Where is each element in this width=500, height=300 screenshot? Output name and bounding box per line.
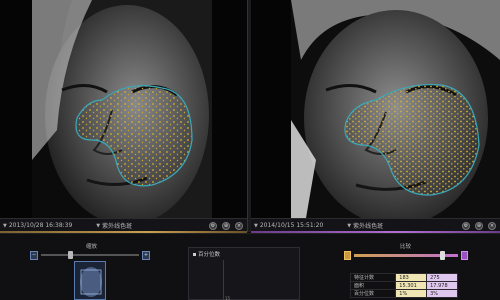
zoom-icon[interactable]: ⊕ <box>222 221 230 230</box>
zoom-icon[interactable]: ⊕ <box>475 221 483 230</box>
stats-value-left: 15.301 <box>395 281 428 290</box>
right-toolbar: ▼ 2014/10/15 15:51:20 ▼ 紫外线色斑 ⚙ ⊕ × <box>251 218 500 232</box>
dropdown-arrow-icon: ▼ <box>254 222 258 229</box>
thumbnail-face-icon <box>80 267 102 297</box>
compare-slider-row <box>344 250 468 260</box>
chart-axis <box>223 260 224 300</box>
zoom-slider-track[interactable] <box>41 251 139 259</box>
zoom-section-title: 缩放 <box>86 244 98 250</box>
settings-icon[interactable]: ⚙ <box>209 221 217 230</box>
stats-value-right: 3% <box>426 289 458 298</box>
compare-right-button[interactable] <box>461 250 468 260</box>
zoom-out-button[interactable]: − <box>30 250 38 260</box>
dropdown-arrow-icon: ▼ <box>3 222 7 229</box>
stats-value-left: 1% <box>395 289 428 298</box>
zoom-slider-handle[interactable] <box>68 251 74 259</box>
close-icon[interactable]: × <box>488 221 496 230</box>
left-mode-label: 紫外线色斑 <box>102 223 133 230</box>
stats-row: 面积 15.301 17.978 <box>349 281 458 290</box>
right-image-pane[interactable] <box>251 0 500 218</box>
zoom-slider-row: − + <box>30 250 150 260</box>
stats-label: 百分位数 <box>349 289 397 298</box>
dropdown-arrow-icon: ▼ <box>96 222 101 229</box>
settings-icon[interactable]: ⚙ <box>462 221 470 230</box>
compare-slider-handle[interactable] <box>440 250 446 260</box>
percentile-chart-title: 百分位数 <box>198 252 221 258</box>
stats-value-left: 183 <box>395 273 428 282</box>
stats-value-right: 17.978 <box>426 281 458 290</box>
compare-left-button[interactable] <box>344 250 351 260</box>
compare-slider-track[interactable] <box>354 250 458 260</box>
app-window: ▼ 2013/10/28 16:38:39 ▼ 紫外线色斑 ⚙ ⊕ × ▼ 20… <box>0 0 500 300</box>
stats-label: 特征计数 <box>349 273 397 282</box>
left-toolbar: ▼ 2013/10/28 16:38:39 ▼ 紫外线色斑 ⚙ ⊕ × <box>0 218 247 232</box>
left-image-pane[interactable] <box>0 0 247 218</box>
right-datetime-label: 2014/10/15 15:51:20 <box>259 222 324 229</box>
left-face-photo <box>32 0 212 218</box>
left-datetime-label: 2013/10/28 16:38:39 <box>8 222 73 229</box>
stats-value-right: 275 <box>426 273 458 282</box>
face-thumbnail[interactable] <box>74 261 106 300</box>
close-icon[interactable]: × <box>235 221 243 230</box>
bullet-icon <box>193 252 196 256</box>
right-mode-selector[interactable]: ▼ 紫外线色斑 <box>347 221 384 231</box>
stats-row: 百分位数 1% 3% <box>349 289 458 298</box>
right-datetime-selector[interactable]: ▼ 2014/10/15 15:51:20 <box>254 222 323 229</box>
left-mode-selector[interactable]: ▼ 紫外线色斑 <box>96 221 133 231</box>
zoom-in-button[interactable]: + <box>142 250 150 260</box>
stats-label: 面积 <box>349 281 397 290</box>
compare-section-title: 比较 <box>400 244 412 250</box>
right-mode-label: 紫外线色斑 <box>353 223 384 230</box>
stats-row: 特征计数 183 275 <box>349 273 458 282</box>
chart-y-tick: 15 <box>225 296 231 300</box>
percentile-chart-panel: 百分位数 15 <box>188 247 300 300</box>
dropdown-arrow-icon: ▼ <box>347 222 352 229</box>
left-datetime-selector[interactable]: ▼ 2013/10/28 16:38:39 <box>3 222 72 229</box>
right-face-photo <box>291 0 500 218</box>
stats-table: 特征计数 183 275 面积 15.301 17.978 百分位数 1% 3% <box>349 273 458 298</box>
